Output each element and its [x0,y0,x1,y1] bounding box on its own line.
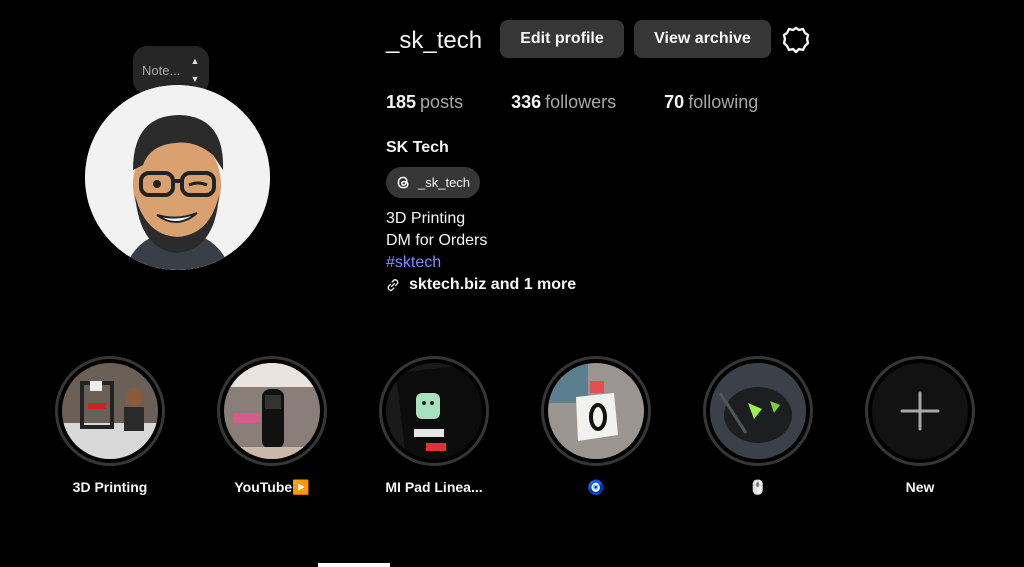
bio-line: DM for Orders [386,232,488,249]
hashtag-link[interactable]: #sktech [386,252,576,274]
threads-icon [397,176,409,189]
bio-line: 3D Printing [386,210,466,227]
highlight-label: 3D Printing [72,479,148,495]
following-count: 70 [664,92,685,112]
edit-profile-button[interactable]: Edit profile [500,20,624,58]
posts-label: posts [420,92,464,112]
highlight-ring [703,356,813,466]
view-archive-button[interactable]: View archive [634,20,771,58]
highlight-label: 🖱️ [749,479,767,495]
highlight-label: YouTube▶️ [234,479,310,495]
highlight-label: New [905,479,935,495]
highlight-youtube[interactable]: YouTube▶️ [217,356,327,506]
posts-count: 185 [386,92,417,112]
note-stepper-icon[interactable]: ▲ ▼ [189,56,201,84]
threads-handle: _sk_tech [418,175,471,190]
scroll-indicator [318,563,390,567]
threads-badge[interactable]: _sk_tech [386,167,480,198]
highlight-new[interactable]: New [865,356,975,506]
username: _sk_tech [386,27,483,54]
settings-gear-icon[interactable] [780,24,812,56]
avatar[interactable] [85,85,270,270]
highlight-ring [865,356,975,466]
highlight-mi-pad[interactable]: MI Pad Linea... [379,356,489,506]
followers-label: followers [545,92,617,112]
full-name: SK Tech [386,139,449,156]
highlight-mouse[interactable]: 🖱️ [703,356,813,506]
highlight-ring [541,356,651,466]
fastboot-photo-icon [386,363,482,459]
following-stat[interactable]: 70 following [664,92,758,113]
highlight-nazar[interactable]: 🧿 [541,356,651,506]
mouse-photo-icon [710,363,806,459]
highlight-label: MI Pad Linea... [385,479,483,495]
link-icon [387,279,399,291]
posts-stat: 185 posts [386,92,463,113]
gauge-photo-icon [548,363,644,459]
followers-count: 336 [511,92,542,112]
note-placeholder: Note... [142,62,181,78]
following-label: following [688,92,759,112]
printer-photo-icon [62,363,158,459]
bio: 3D Printing DM for Orders #sktech sktech… [386,208,576,296]
band-photo-icon [224,363,320,459]
highlight-label: 🧿 [587,479,605,495]
highlight-ring [379,356,489,466]
profile-stats: 185 posts 336 followers 70 following [386,92,806,113]
plus-icon [872,363,968,459]
followers-stat[interactable]: 336 followers [511,92,616,113]
website-link-text: sktech.biz and 1 more [409,276,577,293]
highlight-3d-printing[interactable]: 3D Printing [55,356,165,506]
website-link[interactable]: sktech.biz and 1 more [386,274,576,296]
highlight-ring [55,356,165,466]
highlight-ring [217,356,327,466]
